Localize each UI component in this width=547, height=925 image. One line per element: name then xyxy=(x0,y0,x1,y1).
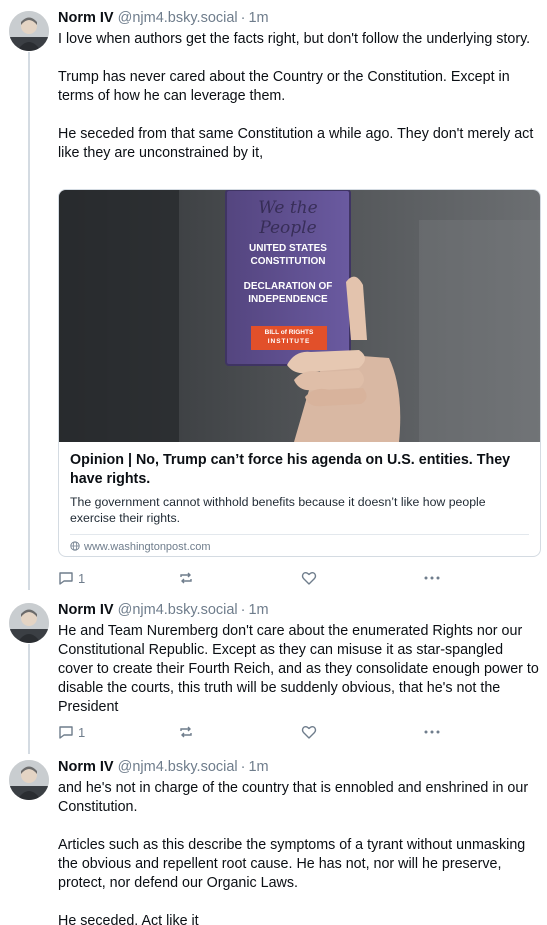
like-button[interactable] xyxy=(301,568,317,588)
post-header: Norm IV @njm4.bsky.social · 1m xyxy=(58,757,269,777)
author-name[interactable]: Norm IV xyxy=(58,759,114,775)
thread-line xyxy=(28,52,30,590)
like-button[interactable] xyxy=(301,722,317,742)
more-button[interactable] xyxy=(423,568,441,588)
post-text: and he's not in charge of the country th… xyxy=(58,780,529,925)
link-card-description: The government cannot withhold benefits … xyxy=(70,495,486,525)
post-header: Norm IV @njm4.bsky.social · 1m xyxy=(58,600,269,620)
reply-count: 1 xyxy=(78,724,86,740)
heart-icon xyxy=(301,724,317,740)
book-badge-line-2: INSTITUTE xyxy=(267,338,311,345)
globe-icon xyxy=(70,540,80,554)
author-handle[interactable]: @njm4.bsky.social xyxy=(118,759,238,775)
more-icon xyxy=(423,570,441,586)
repost-icon xyxy=(178,724,194,740)
separator: · xyxy=(240,759,246,775)
book-line-4: INDEPENDENCE xyxy=(248,294,328,305)
reply-button[interactable]: 1 xyxy=(58,568,85,588)
separator: · xyxy=(240,602,246,618)
post-text: I love when authors get the facts right,… xyxy=(58,31,534,161)
book-line-1: UNITED STATES xyxy=(249,243,327,254)
link-card-domain-row: www.washingtonpost.com xyxy=(59,535,540,556)
reply-button[interactable]: 1 xyxy=(58,722,85,742)
author-handle[interactable]: @njm4.bsky.social xyxy=(118,602,238,618)
more-button[interactable] xyxy=(423,722,441,742)
more-icon xyxy=(423,724,441,740)
link-card-domain: www.washingtonpost.com xyxy=(84,541,211,553)
heart-icon xyxy=(301,570,317,586)
thread-line xyxy=(28,644,30,754)
separator: · xyxy=(240,10,246,26)
repost-button[interactable] xyxy=(178,722,194,742)
author-handle[interactable]: @njm4.bsky.social xyxy=(118,10,238,26)
author-name[interactable]: Norm IV xyxy=(58,10,114,26)
post-header: Norm IV @njm4.bsky.social · 1m xyxy=(58,8,269,28)
post-3[interactable]: Norm IV @njm4.bsky.social · 1m and he's no… xyxy=(0,757,547,925)
avatar[interactable] xyxy=(9,760,49,800)
post-actions: 1 xyxy=(58,722,458,742)
link-card[interactable]: We the People UNITED STATES CONSTITUTION… xyxy=(58,189,541,557)
link-card-title[interactable]: Opinion | No, Trump can’t force his agen… xyxy=(59,442,540,489)
timestamp[interactable]: 1m xyxy=(248,602,268,618)
repost-button[interactable] xyxy=(178,568,194,588)
post-text: He and Team Nuremberg don't care about t… xyxy=(58,623,539,715)
book-line-3: DECLARATION OF xyxy=(243,281,333,292)
book-title: We the People xyxy=(258,198,318,238)
reply-icon xyxy=(58,570,74,586)
repost-icon xyxy=(178,570,194,586)
post-actions: 1 xyxy=(58,568,458,588)
book-line-2: CONSTITUTION xyxy=(250,256,326,267)
avatar[interactable] xyxy=(9,603,49,643)
author-name[interactable]: Norm IV xyxy=(58,602,114,618)
reply-count: 1 xyxy=(78,570,86,586)
post-2[interactable]: Norm IV @njm4.bsky.social · 1m He and Team… xyxy=(0,600,547,754)
book-badge-line-1: BILL of RIGHTS xyxy=(264,329,314,336)
link-card-image: We the People UNITED STATES CONSTITUTION… xyxy=(59,190,540,442)
timestamp[interactable]: 1m xyxy=(248,759,268,775)
post-1[interactable]: Norm IV @njm4.bsky.social · 1m I love when… xyxy=(0,8,547,590)
reply-icon xyxy=(58,724,74,740)
avatar[interactable] xyxy=(9,11,49,51)
timestamp[interactable]: 1m xyxy=(248,10,268,26)
